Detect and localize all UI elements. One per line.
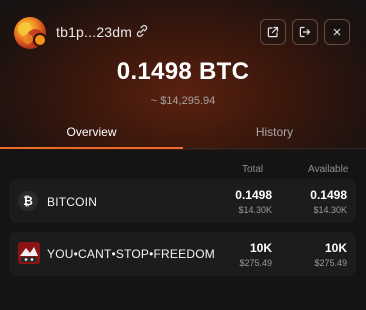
wallet-header: tb1p...23dm × <box>0 0 366 66</box>
rune-token-icon <box>18 242 40 264</box>
asset-row-rune[interactable]: YOU•CANT•STOP•FREEDOM 10K $275.49 10K $2… <box>9 232 356 276</box>
column-header-available: Available <box>308 164 349 175</box>
logout-button[interactable] <box>292 19 318 45</box>
btc-badge-icon <box>33 33 47 47</box>
active-tab-indicator <box>0 147 183 149</box>
available-fiat: $14.30K <box>313 205 347 215</box>
available-amount: 0.1498 <box>310 188 347 202</box>
open-explorer-button[interactable] <box>260 19 286 45</box>
total-amount: 10K <box>249 241 272 255</box>
close-icon: × <box>332 23 342 41</box>
asset-name: BITCOIN <box>47 195 98 209</box>
total-fiat: $14.30K <box>238 205 272 215</box>
total-fiat: $275.49 <box>239 258 272 268</box>
available-amount: 10K <box>324 241 347 255</box>
bitcoin-icon: ₿ <box>18 191 38 211</box>
column-header-total: Total <box>242 164 264 175</box>
copy-link-icon <box>136 24 148 38</box>
fiat-balance: ~ $14,295.94 <box>150 95 216 107</box>
wallet-address: tb1p...23dm <box>56 24 133 40</box>
asset-name: YOU•CANT•STOP•FREEDOM <box>47 247 215 261</box>
logout-icon <box>299 26 311 38</box>
asset-row-bitcoin[interactable]: ₿ BITCOIN 0.1498 $14.30K 0.1498 $14.30K <box>9 179 356 223</box>
available-fiat: $275.49 <box>314 258 347 268</box>
copy-address-button[interactable] <box>134 23 150 39</box>
btc-balance: 0.1498 BTC <box>116 58 250 85</box>
rune-art-icon <box>18 242 40 264</box>
total-amount: 0.1498 <box>235 188 272 202</box>
external-link-icon <box>267 26 279 38</box>
close-button[interactable]: × <box>324 19 350 45</box>
